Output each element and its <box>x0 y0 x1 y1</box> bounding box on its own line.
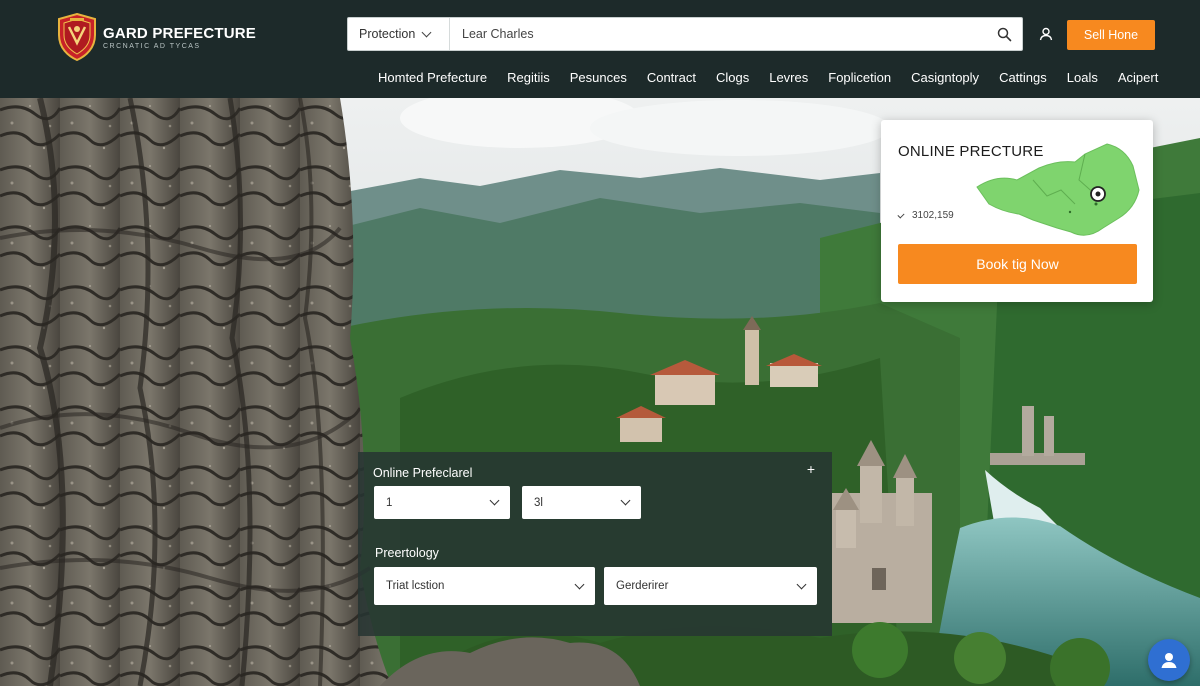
nav-item-cattings[interactable]: Cattings <box>999 70 1047 85</box>
user-icon <box>1039 27 1053 41</box>
filter-select-2[interactable]: 3l <box>522 486 641 519</box>
nav-item-casigntoply[interactable]: Casigntoply <box>911 70 979 85</box>
site-header: GARD PREFECTURE CRCNATIC AD TYCAS Protec… <box>0 0 1200 98</box>
account-button[interactable] <box>1036 24 1056 44</box>
plus-icon[interactable]: + <box>804 462 818 476</box>
chevron-down-icon <box>421 27 432 37</box>
chat-support-icon <box>1161 653 1177 668</box>
site-logo[interactable]: GARD PREFECTURE CRCNATIC AD TYCAS <box>57 13 256 61</box>
filter-select-2-value: 3l <box>534 496 543 509</box>
nav-item-regitiis[interactable]: Regitiis <box>507 70 550 85</box>
chevron-down-icon <box>620 495 631 506</box>
nav-item-homted-prefecture[interactable]: Homted Prefecture <box>378 70 487 85</box>
filter-select-3[interactable]: Triat lcstion <box>374 567 595 605</box>
shield-crest-icon <box>58 13 96 61</box>
nav-item-pesunces[interactable]: Pesunces <box>570 70 627 85</box>
filter-select-1[interactable]: 1 <box>374 486 510 519</box>
search-input[interactable] <box>450 18 986 50</box>
brand-name: GARD PREFECTURE <box>103 25 257 42</box>
book-now-button[interactable]: Book tig Now <box>898 244 1137 284</box>
filter-select-3-value: Triat lcstion <box>386 580 445 592</box>
search-category-select[interactable]: Protection <box>348 18 450 50</box>
chevron-down-icon <box>574 579 585 589</box>
search-filter-panel: Online Prefeclarel + 1 3l Preertology Tr… <box>358 452 832 636</box>
nav-item-levres[interactable]: Levres <box>769 70 808 85</box>
filter-select-4-value: Gerderirer <box>616 580 669 592</box>
booking-price-value: 3102,159 <box>912 210 954 221</box>
chat-support-button[interactable] <box>1148 639 1190 681</box>
nav-item-acipert[interactable]: Acipert <box>1118 70 1158 85</box>
filter-panel-subtitle: Preertology <box>375 546 439 560</box>
search-button[interactable] <box>986 18 1022 50</box>
nav-item-clogs[interactable]: Clogs <box>716 70 749 85</box>
brand-tagline: CRCNATIC AD TYCAS <box>103 43 201 50</box>
search-category-label: Protection <box>359 27 416 41</box>
filter-select-1-value: 1 <box>386 496 393 509</box>
main-nav: Homted Prefecture Regitiis Pesunces Cont… <box>378 70 1158 85</box>
nav-item-foplicetion[interactable]: Foplicetion <box>828 70 891 85</box>
search-icon <box>997 27 1011 41</box>
chevron-down-icon <box>796 579 807 589</box>
booking-card-price: 3102,159 <box>897 210 954 221</box>
check-icon <box>897 210 905 219</box>
filter-panel-title: Online Prefeclarel <box>373 466 473 480</box>
nav-item-contract[interactable]: Contract <box>647 70 696 85</box>
booking-card: ONLINE PRECTURE 3102,159 Book tig Now <box>881 120 1153 302</box>
map-pin-icon <box>1090 186 1106 202</box>
sell-home-button[interactable]: Sell Hone <box>1067 20 1155 50</box>
search-bar: Protection <box>347 17 1023 51</box>
chevron-down-icon <box>489 495 500 506</box>
filter-select-4[interactable]: Gerderirer <box>604 567 817 605</box>
nav-item-loals[interactable]: Loals <box>1067 70 1098 85</box>
booking-card-title: ONLINE PRECTURE <box>898 143 1044 160</box>
